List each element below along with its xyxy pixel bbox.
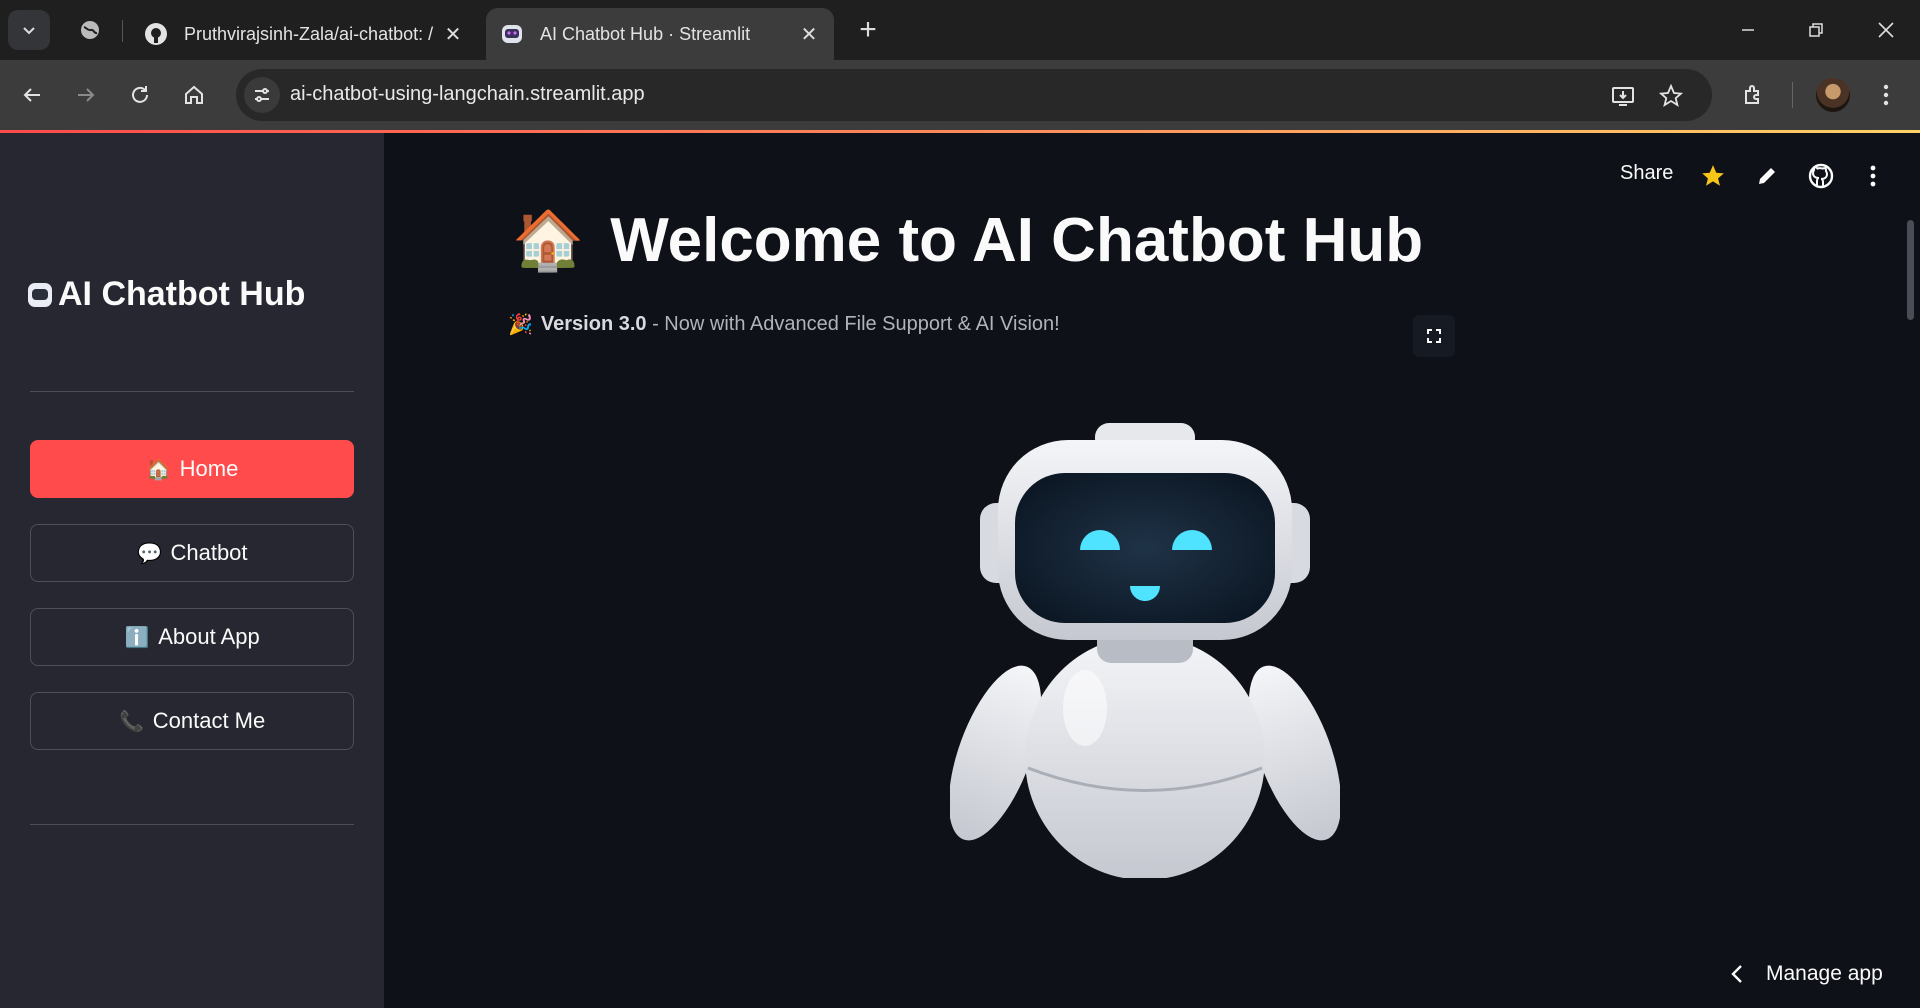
- browser-tab-bar: Pruthvirajsinh-Zala/ai-chatbot: / ✕ AI C…: [0, 0, 1920, 60]
- minimize-icon: [1742, 29, 1754, 31]
- tune-icon: [255, 88, 269, 102]
- back-button[interactable]: [12, 75, 52, 115]
- nav-label: About App: [158, 624, 260, 649]
- version-description: - Now with Advanced File Support & AI Vi…: [646, 313, 1060, 335]
- version-label: Version 3.0: [540, 313, 647, 335]
- tab-separator: [122, 20, 123, 42]
- party-popper-icon: 🎉: [508, 314, 533, 336]
- house-icon: 🏠: [146, 458, 172, 481]
- restore-button[interactable]: [1792, 8, 1840, 52]
- page-title-text: Welcome to AI Chatbot Hub: [610, 206, 1424, 275]
- nav-label: Home: [179, 456, 239, 481]
- star-icon[interactable]: [1696, 159, 1730, 193]
- tab-title: AI Chatbot Hub · Streamlit: [540, 23, 751, 44]
- nav-chatbot-button[interactable]: 💬 Chatbot: [30, 524, 354, 582]
- arrow-right-icon: [78, 88, 95, 102]
- tab-search-button[interactable]: [8, 10, 50, 50]
- phone-icon: 📞: [119, 710, 145, 733]
- extensions-button[interactable]: [1734, 75, 1774, 115]
- github-icon[interactable]: [1804, 159, 1838, 193]
- manage-app-button[interactable]: Manage app: [1730, 962, 1883, 986]
- pinned-tab[interactable]: [70, 14, 110, 46]
- tab-streamlit-app[interactable]: AI Chatbot Hub · Streamlit ✕: [486, 8, 834, 60]
- streamlit-robot-icon: [498, 20, 526, 48]
- nav-label: Contact Me: [152, 708, 266, 733]
- close-tab-icon[interactable]: ✕: [438, 19, 468, 49]
- close-tab-icon[interactable]: ✕: [794, 19, 824, 49]
- globe-icon: [81, 21, 99, 39]
- toolbar-separator: [1792, 82, 1793, 108]
- more-vertical-icon: [1883, 84, 1889, 106]
- puzzle-icon: [1745, 85, 1759, 104]
- chevron-down-icon: [23, 27, 35, 35]
- nav-home-button[interactable]: 🏠 Home: [30, 440, 354, 498]
- url-text: ai-chatbot-using-langchain.streamlit.app: [290, 83, 645, 105]
- robot-icon: [28, 282, 52, 307]
- browser-menu-button[interactable]: [1866, 75, 1906, 115]
- install-app-icon[interactable]: [1606, 79, 1640, 113]
- info-icon: ℹ️: [124, 626, 150, 649]
- reload-icon: [132, 86, 148, 103]
- close-icon: [1878, 22, 1894, 38]
- arrow-left-icon: [23, 88, 40, 102]
- robot-illustration: [950, 423, 1340, 878]
- edit-icon[interactable]: [1750, 159, 1784, 193]
- sidebar-title-text: AI Chatbot Hub: [58, 275, 306, 313]
- site-info-button[interactable]: [244, 77, 280, 113]
- more-icon[interactable]: [1856, 159, 1890, 193]
- bookmark-star-icon[interactable]: [1654, 79, 1688, 113]
- minimize-button[interactable]: [1724, 8, 1772, 52]
- house-icon: 🏠: [512, 207, 585, 273]
- tab-title: Pruthvirajsinh-Zala/ai-chatbot: /: [184, 23, 434, 44]
- new-tab-button[interactable]: +: [850, 12, 886, 48]
- sidebar-title: AI Chatbot Hub: [28, 275, 305, 314]
- page-title: 🏠 Welcome to AI Chatbot Hub: [512, 205, 1423, 276]
- sidebar-divider: [30, 824, 354, 825]
- fullscreen-icon: [1427, 329, 1441, 343]
- profile-avatar[interactable]: [1816, 78, 1850, 112]
- chevron-left-icon: [1731, 965, 1742, 983]
- nav-label: Chatbot: [170, 540, 248, 565]
- reload-button[interactable]: [120, 75, 160, 115]
- restore-icon: [1809, 23, 1823, 37]
- home-button[interactable]: [174, 75, 214, 115]
- speech-bubble-icon: 💬: [137, 542, 162, 565]
- nav-contact-button[interactable]: 📞 Contact Me: [30, 692, 354, 750]
- browser-toolbar: ai-chatbot-using-langchain.streamlit.app: [0, 60, 1920, 130]
- sidebar-divider: [30, 391, 354, 392]
- manage-app-label: Manage app: [1766, 962, 1883, 985]
- share-button[interactable]: Share: [1620, 162, 1673, 185]
- address-bar[interactable]: ai-chatbot-using-langchain.streamlit.app: [236, 69, 1712, 121]
- fullscreen-button[interactable]: [1413, 315, 1455, 357]
- github-icon: [142, 20, 170, 48]
- nav-about-button[interactable]: ℹ️ About App: [30, 608, 354, 666]
- home-icon: [185, 85, 203, 104]
- tab-github[interactable]: Pruthvirajsinh-Zala/ai-chatbot: / ✕: [130, 8, 478, 60]
- scrollbar[interactable]: [1907, 220, 1914, 320]
- forward-button[interactable]: [66, 75, 106, 115]
- close-window-button[interactable]: [1862, 8, 1910, 52]
- version-subtitle: 🎉 Version 3.0 - Now with Advanced File S…: [508, 312, 1060, 337]
